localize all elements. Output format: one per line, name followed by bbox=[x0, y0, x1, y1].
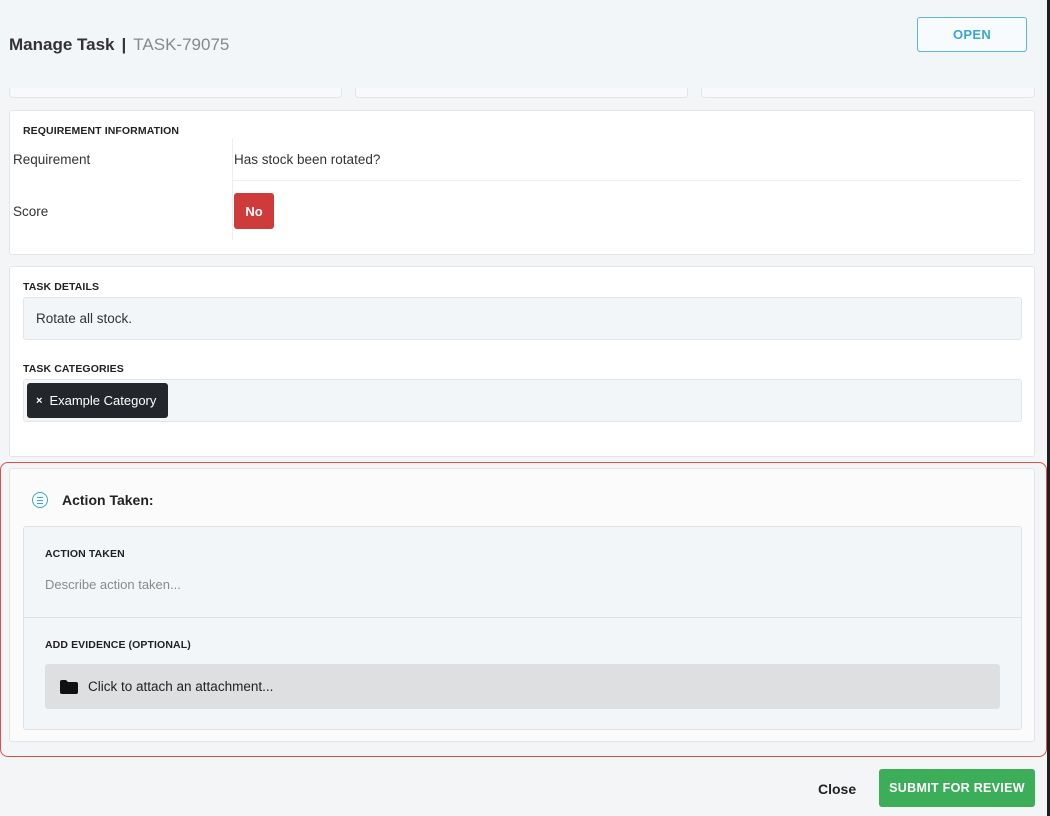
category-chip-label: Example Category bbox=[49, 393, 157, 408]
status-open-button[interactable]: OPEN bbox=[917, 17, 1027, 52]
score-row: Score No bbox=[13, 187, 1013, 235]
task-categories-field[interactable]: × Example Category bbox=[23, 379, 1022, 422]
action-taken-heading-text: Action Taken: bbox=[62, 492, 154, 508]
title-separator: | bbox=[121, 35, 127, 54]
row-divider bbox=[233, 180, 1021, 181]
score-label: Score bbox=[13, 203, 49, 219]
action-taken-input[interactable] bbox=[45, 572, 945, 596]
action-taken-heading: Action Taken: bbox=[32, 492, 154, 508]
requirement-row: Requirement Has stock been rotated? bbox=[13, 135, 1013, 183]
score-value-wrap: No bbox=[234, 187, 274, 235]
category-chip: × Example Category bbox=[27, 383, 169, 418]
modal-title-text: Manage Task bbox=[9, 35, 115, 54]
task-categories-title: TASK CATEGORIES bbox=[23, 363, 124, 375]
submit-for-review-button[interactable]: SUBMIT FOR REVIEW bbox=[879, 769, 1035, 807]
list-circle-icon bbox=[32, 492, 48, 508]
attach-attachment-button[interactable]: Click to attach an attachment... bbox=[45, 664, 1000, 709]
tab-fragment[interactable] bbox=[701, 88, 1035, 98]
modal-title: Manage Task | TASK-79075 bbox=[9, 35, 229, 55]
task-details-value: Rotate all stock. bbox=[23, 297, 1022, 340]
folder-icon bbox=[60, 679, 78, 694]
task-details-title: TASK DETAILS bbox=[23, 281, 100, 293]
evidence-title: ADD EVIDENCE (OPTIONAL) bbox=[45, 639, 191, 651]
task-id: TASK-79075 bbox=[133, 35, 230, 54]
score-badge: No bbox=[234, 193, 274, 229]
close-button[interactable]: Close bbox=[818, 781, 856, 797]
manage-task-modal: Manage Task | TASK-79075 OPEN REQUIREMEN… bbox=[0, 0, 1050, 816]
action-taken-panel: Action Taken: ACTION TAKEN ADD EVIDENCE … bbox=[9, 468, 1035, 742]
requirement-label: Requirement bbox=[13, 151, 91, 167]
remove-category-icon[interactable]: × bbox=[36, 395, 42, 407]
tab-strip bbox=[9, 88, 1035, 98]
action-taken-field-title: ACTION TAKEN bbox=[45, 548, 125, 560]
requirement-value: Has stock been rotated? bbox=[234, 151, 381, 167]
attach-label: Click to attach an attachment... bbox=[88, 679, 274, 694]
modal-header: Manage Task | TASK-79075 OPEN bbox=[0, 0, 1050, 88]
task-panel: TASK DETAILS Rotate all stock. TASK CATE… bbox=[9, 266, 1035, 457]
form-divider bbox=[24, 617, 1021, 618]
tab-fragment[interactable] bbox=[9, 88, 342, 98]
tab-fragment[interactable] bbox=[355, 88, 688, 98]
action-form: ACTION TAKEN ADD EVIDENCE (OPTIONAL) Cli… bbox=[23, 526, 1022, 730]
